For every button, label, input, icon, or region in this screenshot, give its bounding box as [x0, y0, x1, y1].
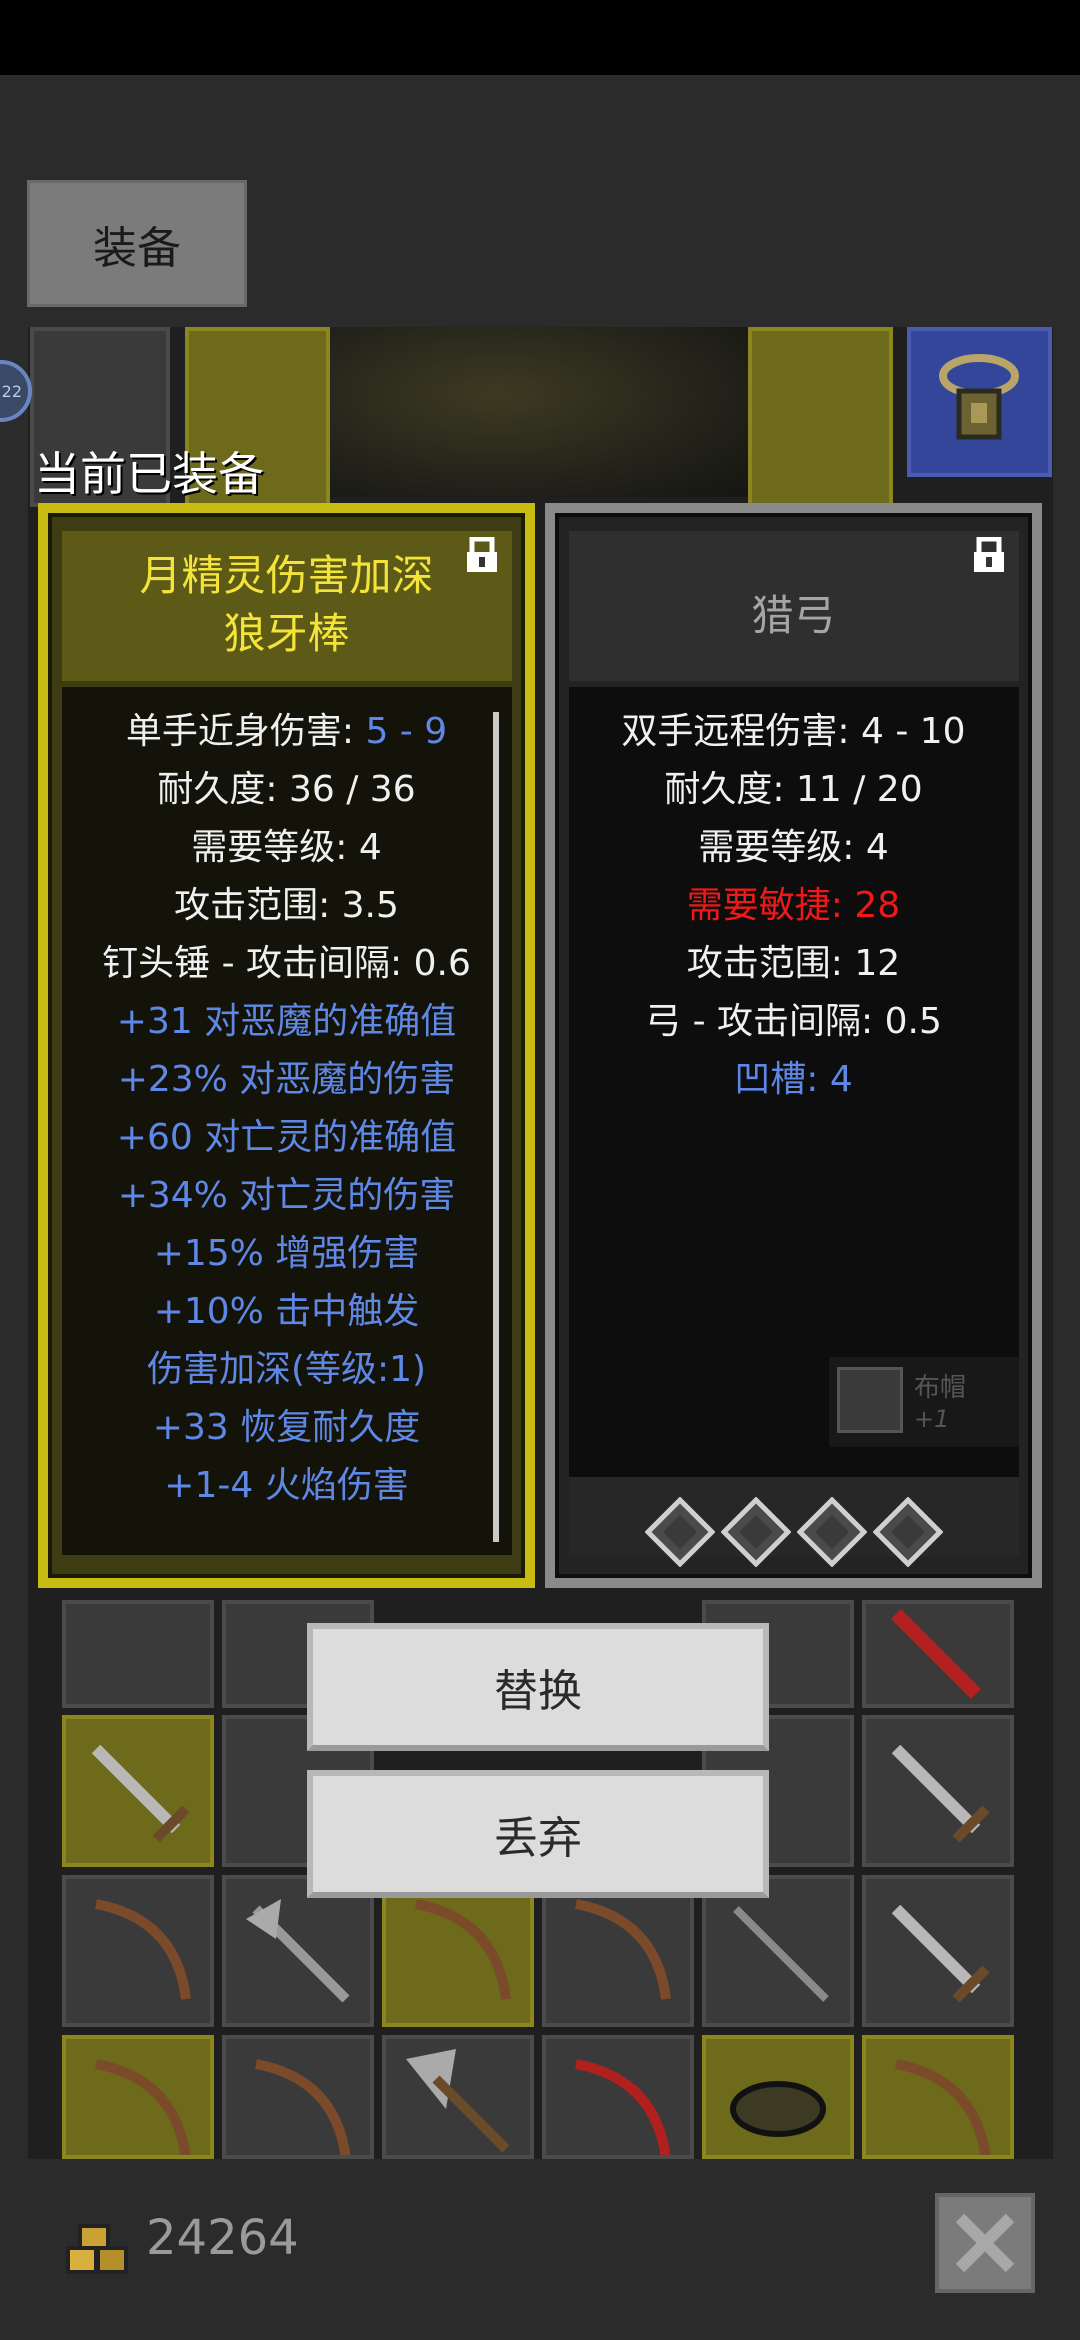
- tab-equipment[interactable]: 装备: [27, 180, 247, 307]
- stat-line: 攻击范围: 12: [686, 943, 901, 984]
- socket-icon: [796, 1497, 867, 1567]
- bow-icon: [415, 1899, 511, 2000]
- halberd-icon: [246, 1899, 350, 2003]
- stat-line: +15% 增强伤害: [153, 1233, 420, 1274]
- axe-icon: [406, 2049, 510, 2153]
- stat-line: 伤害加深(等级:1): [146, 1349, 427, 1390]
- stat-line: +34% 对亡灵的伤害: [117, 1175, 456, 1216]
- stat-line: +23% 对恶魔的伤害: [117, 1059, 456, 1100]
- lock-icon[interactable]: [465, 537, 499, 573]
- inventory-slot[interactable]: [62, 2035, 214, 2160]
- bow-icon: [95, 2059, 191, 2160]
- stat-line: 单手近身伤害: 5 - 9: [125, 711, 448, 752]
- item-stats: 单手近身伤害: 5 - 9 耐久度: 36 / 36 需要等级: 4 攻击范围:…: [52, 703, 521, 1515]
- character-preview: [330, 327, 750, 497]
- socket-icon: [644, 1497, 715, 1567]
- stat-line: 钉头锤 - 攻击间隔: 0.6: [102, 943, 471, 984]
- socket-icon: [872, 1497, 943, 1567]
- bow-icon: [255, 2059, 351, 2160]
- inventory-slot[interactable]: [702, 2035, 854, 2159]
- close-icon: [955, 2213, 1015, 2273]
- stat-line: 双手远程伤害: 4 - 10: [621, 711, 966, 752]
- stat-line: 耐久度: 36 / 36: [157, 769, 416, 810]
- compare-card-new-item: 月精灵伤害加深 狼牙棒 单手近身伤害: 5 - 9 耐久度: 36 / 36 需…: [38, 503, 535, 1588]
- inventory-slot[interactable]: [862, 1715, 1014, 1867]
- discard-button[interactable]: 丢弃: [307, 1770, 769, 1898]
- inventory-slot[interactable]: [382, 2035, 534, 2159]
- mini-tooltip-plus: +1: [914, 1405, 950, 1433]
- replace-button[interactable]: 替换: [307, 1623, 769, 1751]
- stat-line: 凹槽: 4: [734, 1059, 853, 1100]
- item-title: 月精灵伤害加深 狼牙棒: [139, 551, 434, 658]
- inventory-slot[interactable]: [62, 1715, 214, 1867]
- stat-line: 需要等级: 4: [698, 827, 889, 868]
- gold-coins-icon: [66, 2224, 128, 2274]
- item-title: 猎弓: [751, 591, 836, 640]
- cap-icon: [837, 1367, 903, 1433]
- stat-line: +10% 击中触发: [153, 1291, 420, 1332]
- inventory-slot[interactable]: [862, 1600, 1014, 1708]
- inventory-slot[interactable]: [62, 1600, 214, 1708]
- stat-line: +60 对亡灵的准确值: [116, 1117, 457, 1158]
- mini-tooltip: 布帽 +1: [829, 1357, 1019, 1447]
- inventory-slot[interactable]: [862, 1875, 1014, 2027]
- socket-row: [559, 1497, 1028, 1567]
- stat-line: 需要敏捷: 28: [686, 885, 901, 926]
- inventory-slot[interactable]: [222, 2035, 374, 2160]
- stat-line: 弓 - 攻击间隔: 0.5: [645, 1001, 942, 1042]
- stat-line: +31 对恶魔的准确值: [116, 1001, 457, 1042]
- lock-icon[interactable]: [972, 537, 1006, 573]
- stats-scrollbar[interactable]: [493, 712, 499, 1542]
- bow-icon: [95, 1899, 191, 2000]
- mini-tooltip-name: 布帽: [914, 1373, 967, 1403]
- red-sword-icon: [891, 1609, 981, 1699]
- amulet-icon: [939, 354, 1019, 440]
- helmet-icon: [730, 2081, 826, 2137]
- equip-slot-shield[interactable]: [748, 327, 893, 507]
- spear-icon: [733, 1906, 829, 2002]
- item-stats: 双手远程伤害: 4 - 10 耐久度: 11 / 20 需要等级: 4 需要敏捷…: [559, 703, 1028, 1109]
- compare-card-equipped-item: 猎弓 双手远程伤害: 4 - 10 耐久度: 11 / 20 需要等级: 4 需…: [545, 503, 1042, 1588]
- stat-line: 需要等级: 4: [191, 827, 382, 868]
- equip-slot-amulet[interactable]: [907, 327, 1052, 477]
- red-bow-icon: [575, 2059, 671, 2160]
- stat-line: 耐久度: 11 / 20: [664, 769, 923, 810]
- status-bar: [0, 0, 1080, 75]
- gold-amount: 24264: [146, 2210, 299, 2266]
- bow-icon: [575, 1899, 671, 2000]
- sword-icon: [91, 1744, 190, 1843]
- stat-line: +1-4 火焰伤害: [164, 1465, 409, 1506]
- inventory-slot[interactable]: [862, 2035, 1014, 2160]
- sword-icon: [891, 1744, 990, 1843]
- stat-line: +33 恢复耐久度: [152, 1407, 421, 1448]
- close-button[interactable]: [935, 2193, 1035, 2293]
- socket-icon: [720, 1497, 791, 1567]
- stat-line: 攻击范围: 3.5: [174, 885, 399, 926]
- sword-icon: [891, 1904, 990, 2003]
- inventory-slot[interactable]: [62, 1875, 214, 2027]
- inventory-slot[interactable]: [542, 2035, 694, 2160]
- current-equipped-label: 当前已装备: [34, 447, 264, 501]
- bow-icon: [895, 2059, 991, 2160]
